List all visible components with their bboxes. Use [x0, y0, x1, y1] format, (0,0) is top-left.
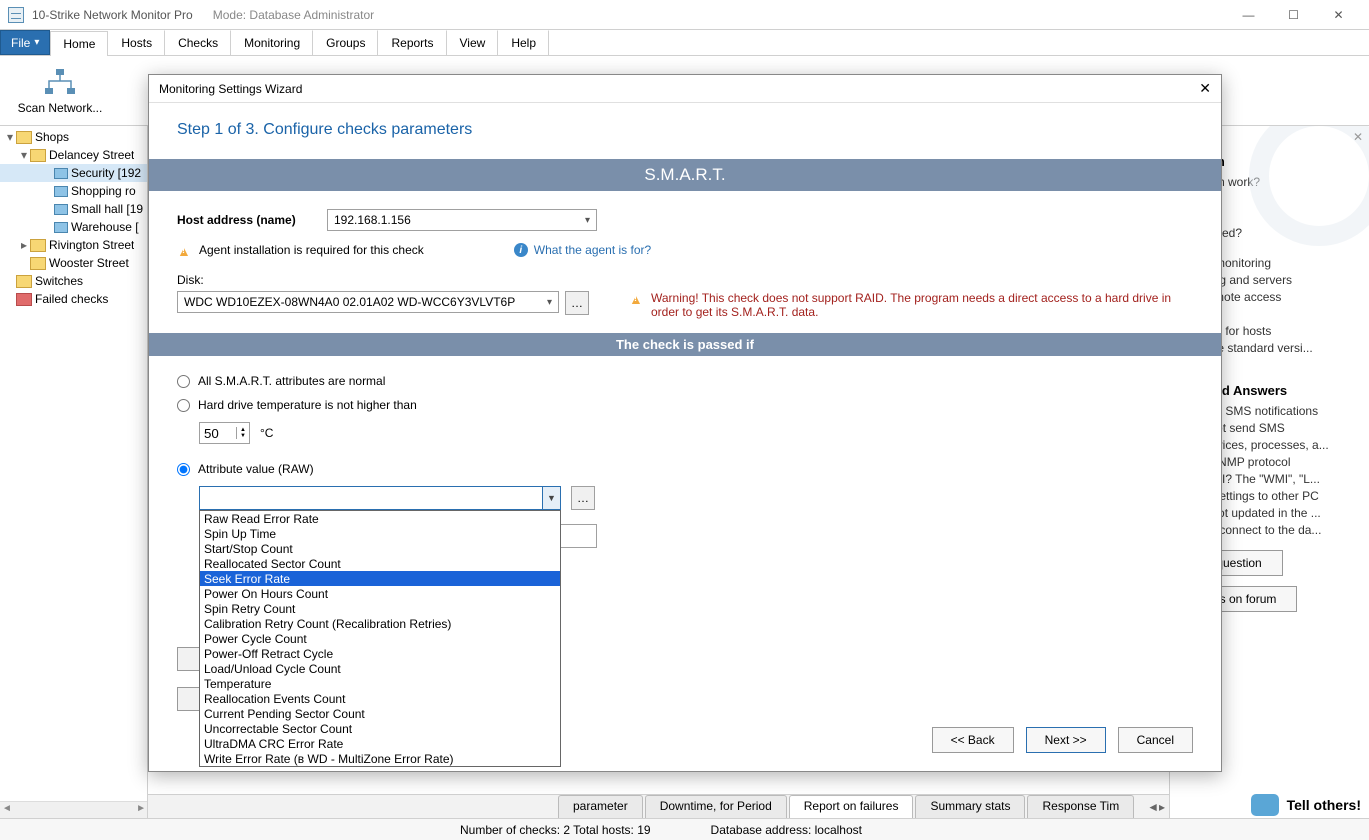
next-button[interactable]: Next >> [1026, 727, 1106, 753]
speech-bubble-icon [1251, 794, 1279, 816]
dropdown-option[interactable]: Power Cycle Count [200, 631, 560, 646]
tree-security[interactable]: Security [192 [0, 164, 147, 182]
tab-reports[interactable]: Reports [378, 30, 446, 55]
minimize-button[interactable]: — [1226, 1, 1271, 29]
temperature-spinner[interactable]: ▲▼ [199, 422, 250, 444]
tab-report-failures[interactable]: Report on failures [789, 795, 914, 818]
chevron-down-icon: ▾ [547, 297, 552, 308]
tab-response-time[interactable]: Response Tim [1027, 795, 1134, 818]
dropdown-option[interactable]: Power-Off Retract Cycle [200, 646, 560, 661]
statusbar: Number of checks: 2 Total hosts: 19 Data… [0, 818, 1369, 840]
tree-shopping[interactable]: Shopping ro [0, 182, 147, 200]
host-address-combo[interactable]: 192.168.1.156 ▾ [327, 209, 597, 231]
dropdown-option[interactable]: Calibration Retry Count (Recalibration R… [200, 616, 560, 631]
tree-delancey[interactable]: ▾Delancey Street [0, 146, 147, 164]
dropdown-option[interactable]: Spin Retry Count [200, 601, 560, 616]
wizard-dialog: Monitoring Settings Wizard ✕ Step 1 of 3… [148, 74, 1222, 772]
dropdown-option[interactable]: Raw Read Error Rate [200, 511, 560, 526]
app-icon [8, 7, 24, 23]
dialog-close-button[interactable]: ✕ [1199, 80, 1211, 97]
tab-groups[interactable]: Groups [313, 30, 378, 55]
tab-help[interactable]: Help [498, 30, 549, 55]
info-icon: i [514, 243, 528, 257]
dropdown-option[interactable]: Reallocated Sector Count [200, 556, 560, 571]
dropdown-option[interactable]: Load/Unload Cycle Count [200, 661, 560, 676]
tell-others[interactable]: Tell others! [1251, 794, 1361, 816]
tree-rivington[interactable]: ▸Rivington Street [0, 236, 147, 254]
temp-unit: °C [260, 426, 273, 440]
maximize-button[interactable]: ☐ [1271, 1, 1316, 29]
radio-temperature[interactable]: Hard drive temperature is not higher tha… [177, 398, 1193, 412]
tab-view[interactable]: View [447, 30, 499, 55]
raid-warning-text: Warning! This check does not support RAI… [651, 291, 1191, 319]
tree-switches[interactable]: ▸Switches [0, 272, 147, 290]
tab-summary-stats[interactable]: Summary stats [915, 795, 1025, 818]
status-db: Database address: localhost [711, 823, 862, 837]
dropdown-option[interactable]: UltraDMA CRC Error Rate [200, 736, 560, 751]
smart-heading: S.M.A.R.T. [149, 159, 1221, 191]
warning-icon [177, 243, 193, 257]
tree-wooster[interactable]: ▸Wooster Street [0, 254, 147, 272]
what-agent-link[interactable]: What the agent is for? [534, 243, 651, 257]
dropdown-option[interactable]: Reallocation Events Count [200, 691, 560, 706]
tree-shops[interactable]: ▾Shops [0, 128, 147, 146]
mode-label: Mode: Database Administrator [213, 8, 374, 22]
dropdown-option[interactable]: Current Pending Sector Count [200, 706, 560, 721]
tabs-scroll-icon[interactable]: ◄▸ [1143, 795, 1169, 818]
host-address-label: Host address (name) [177, 213, 327, 227]
tree-failed[interactable]: ▸Failed checks [0, 290, 147, 308]
disk-combo[interactable]: WDC WD10EZEX-08WN4A0 02.01A02 WD-WCC6Y3V… [177, 291, 559, 313]
tab-checks[interactable]: Checks [165, 30, 231, 55]
panel-close-icon[interactable]: ✕ [1353, 130, 1363, 144]
chevron-down-icon[interactable]: ▼ [542, 487, 560, 509]
attribute-more-button[interactable]: … [571, 486, 595, 510]
check-passed-heading: The check is passed if [149, 333, 1221, 356]
file-menu[interactable]: File [0, 30, 50, 55]
bottom-tabs: parameter Downtime, for Period Report on… [148, 794, 1169, 818]
dropdown-option[interactable]: Write Error Rate (в WD - MultiZone Error… [200, 751, 560, 766]
radio-attribute-raw[interactable]: Attribute value (RAW) [177, 462, 1193, 476]
tab-monitoring[interactable]: Monitoring [231, 30, 313, 55]
sidebar-tree[interactable]: ▾Shops ▾Delancey Street Security [192 Sh… [0, 126, 148, 818]
step-title: Step 1 of 3. Configure checks parameters [177, 121, 1193, 139]
sidebar-scrollbar[interactable] [0, 801, 148, 818]
dialog-title: Monitoring Settings Wizard [159, 82, 302, 96]
warning-icon [629, 291, 645, 305]
scan-network-label: Scan Network... [0, 101, 120, 115]
disk-browse-button[interactable]: … [565, 291, 589, 315]
dropdown-option[interactable]: Seek Error Rate [200, 571, 560, 586]
radio-all-attributes[interactable]: All S.M.A.R.T. attributes are normal [177, 374, 1193, 388]
chevron-down-icon: ▾ [585, 215, 590, 226]
attribute-dropdown-list[interactable]: Raw Read Error RateSpin Up TimeStart/Sto… [199, 510, 561, 767]
status-hosts: Number of checks: 2 Total hosts: 19 [460, 823, 651, 837]
dropdown-option[interactable]: Temperature [200, 676, 560, 691]
scan-network-button[interactable]: Scan Network... [0, 67, 120, 115]
tab-home[interactable]: Home [50, 31, 108, 56]
tab-hosts[interactable]: Hosts [108, 30, 165, 55]
close-button[interactable]: ✕ [1316, 1, 1361, 29]
menubar: File Home Hosts Checks Monitoring Groups… [0, 30, 1369, 56]
dropdown-option[interactable]: Uncorrectable Sector Count [200, 721, 560, 736]
tree-smallhall[interactable]: Small hall [19 [0, 200, 147, 218]
app-title: 10-Strike Network Monitor Pro [32, 8, 193, 22]
tree-warehouse[interactable]: Warehouse [ [0, 218, 147, 236]
back-button[interactable]: << Back [932, 727, 1014, 753]
dropdown-option[interactable]: Start/Stop Count [200, 541, 560, 556]
disk-label: Disk: [177, 273, 1193, 287]
dialog-titlebar: Monitoring Settings Wizard ✕ [149, 75, 1221, 103]
attribute-combo[interactable]: ▼ [199, 486, 561, 510]
tab-parameter[interactable]: parameter [558, 795, 643, 818]
tab-downtime[interactable]: Downtime, for Period [645, 795, 787, 818]
agent-required-text: Agent installation is required for this … [199, 243, 424, 257]
spinner-down-icon[interactable]: ▼ [237, 433, 249, 439]
cancel-button[interactable]: Cancel [1118, 727, 1193, 753]
titlebar: 10-Strike Network Monitor Pro Mode: Data… [0, 0, 1369, 30]
dropdown-option[interactable]: Spin Up Time [200, 526, 560, 541]
network-icon [0, 67, 120, 97]
dropdown-option[interactable]: Power On Hours Count [200, 586, 560, 601]
